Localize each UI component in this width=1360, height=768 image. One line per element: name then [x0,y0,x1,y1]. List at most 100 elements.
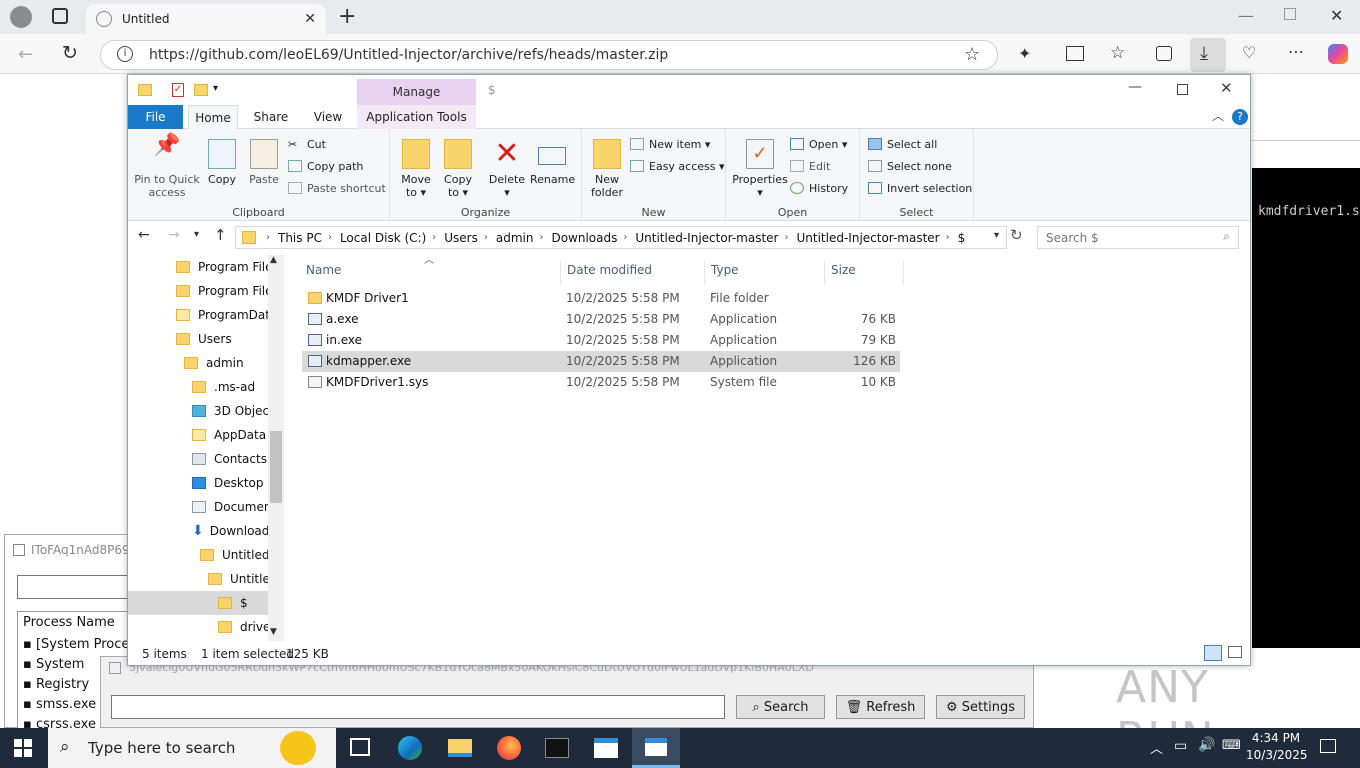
extensions-icon[interactable]: ✦ [1018,44,1031,63]
column-divider[interactable] [560,261,561,285]
breadcrumb-item[interactable]: Local Disk (C:) [340,231,426,245]
edge-icon[interactable] [398,736,422,760]
restore-icon[interactable] [1284,8,1296,20]
browser-tab[interactable]: Untitled ✕ [86,4,326,34]
tree-item[interactable]: 3D Objects [192,399,280,423]
back-icon[interactable]: ← [138,227,150,243]
rename-button[interactable]: Rename [530,139,575,186]
manage-context-tab[interactable]: Manage [357,79,476,105]
file-row-selected[interactable]: kdmapper.exe 10/2/2025 5:58 PM Application… [302,351,900,372]
tab-file[interactable]: File [128,105,183,129]
tree-item[interactable]: .ms-ad [192,375,255,399]
tab-actions-icon[interactable] [52,8,68,24]
tree-item[interactable]: ProgramData [176,303,277,327]
explorer-search-input[interactable]: Search $ ⌕ [1037,226,1239,249]
favorite-star-icon[interactable]: ☆ [964,44,980,65]
tree-item[interactable]: Program Files [176,255,279,279]
column-divider[interactable] [903,261,904,285]
copy-to-button[interactable]: Copy to ▾ [438,139,478,199]
paste-shortcut-button[interactable]: Paste shortcut [288,179,386,197]
file-explorer-taskbar-icon[interactable] [448,739,472,757]
process-row[interactable]: ▪ System [23,657,84,672]
downloads-button[interactable] [1190,38,1226,72]
details-view-icon[interactable] [1204,645,1222,661]
minimize-icon[interactable]: — [1238,6,1254,25]
open-button[interactable]: Open ▾ [790,135,847,153]
process-row[interactable]: ▪ smss.exe [23,697,96,712]
column-header-size[interactable]: Size [831,263,856,285]
app-window-icon[interactable] [594,738,618,758]
edit-button[interactable]: Edit [790,157,830,175]
large-icons-view-icon[interactable] [1228,646,1242,658]
tree-item[interactable]: Program Files [176,279,279,303]
qat-dropdown-icon[interactable]: ▾ [213,83,218,94]
new-folder-qat-icon[interactable] [194,84,208,96]
tree-item-selected[interactable]: $ [128,591,268,615]
volume-icon[interactable]: 🔊 [1198,737,1215,753]
address-dropdown-icon[interactable]: ▾ [994,230,999,241]
process-filter-input[interactable] [17,575,137,599]
keyboard-icon[interactable]: ⌨ [1222,738,1241,753]
column-header-name[interactable]: Name [306,263,341,285]
breadcrumb-item[interactable]: admin [496,231,534,245]
tab-application-tools[interactable]: Application Tools [357,105,476,129]
select-none-button[interactable]: Select none [868,157,952,175]
breadcrumb[interactable]: › This PC › Local Disk (C:) › Users › admin… [235,226,1007,249]
move-to-button[interactable]: Move to ▾ [396,139,436,199]
navigation-pane[interactable]: Program Files Program Files ProgramData … [128,255,284,641]
task-view-icon[interactable] [350,738,370,756]
delete-button[interactable]: ✕ Delete ▾ [488,139,526,200]
cut-button[interactable]: ✂ Cut [288,135,326,153]
column-header-date[interactable]: Date modified [567,263,652,285]
tray-overflow-icon[interactable]: ︿ [1150,738,1163,757]
copilot-icon[interactable] [1328,44,1348,64]
recent-locations-icon[interactable]: ▾ [194,229,199,240]
process-header[interactable]: Process Name [23,615,115,630]
properties-qat-icon[interactable]: ✓ [172,83,184,97]
tab-home[interactable]: Home [188,105,238,129]
tree-scrollbar-thumb[interactable] [270,431,282,503]
tree-item[interactable]: Users [176,327,232,351]
back-icon[interactable]: ← [18,44,33,65]
firefox-icon[interactable] [497,736,521,760]
breadcrumb-item[interactable]: This PC [278,231,322,245]
refresh-icon[interactable]: ↻ [1010,226,1023,244]
properties-button[interactable]: ✓ Properties ▾ [730,139,790,199]
tree-item[interactable]: Contacts [192,447,267,471]
pin-quick-access-button[interactable]: 📌 Pin to Quick access [132,135,202,200]
terminal-icon[interactable] [545,738,569,758]
split-screen-icon[interactable] [1066,46,1084,61]
minimize-icon[interactable]: — [1128,79,1142,95]
network-icon[interactable]: ▭ [1174,738,1187,754]
clock[interactable]: 4:34 PM 10/3/2025 [1246,730,1308,764]
tree-item[interactable]: Desktop [192,471,264,495]
tree-item[interactable]: driver [218,615,275,639]
maximize-icon[interactable] [1177,84,1188,95]
tree-item[interactable]: admin [184,351,244,375]
site-info-icon[interactable]: i [117,46,133,62]
tree-item[interactable]: ⬇ Downloads [192,519,276,543]
history-button[interactable]: History [790,179,848,197]
column-divider[interactable] [704,261,705,285]
performance-icon[interactable]: ♡ [1242,43,1256,62]
address-bar[interactable]: https://github.com/leoEL69/Untitled-Inje… [100,40,998,70]
tree-item[interactable]: Untitled- [200,543,274,567]
settings-button[interactable]: ⚙ Settings [936,695,1025,719]
column-divider[interactable] [824,261,825,285]
breadcrumb-item[interactable]: Untitled-Injector-master [797,231,940,245]
taskbar-search-input[interactable]: ⌕ Type here to search [48,728,336,768]
new-item-button[interactable]: New item ▾ [630,135,710,153]
scroll-up-icon[interactable]: ▲ [270,255,277,265]
profile-icon[interactable] [10,6,32,28]
search-window-input[interactable] [111,695,725,719]
file-row[interactable]: KMDFDriver1.sys 10/2/2025 5:58 PM System f… [302,372,900,393]
paste-button[interactable]: Paste [246,139,282,186]
breadcrumb-item[interactable]: Users [444,231,478,245]
more-menu-icon[interactable]: ⋯ [1288,42,1304,61]
file-row[interactable]: KMDF Driver1 10/2/2025 5:58 PM File folder [302,288,900,309]
process-row[interactable]: ▪ Registry [23,677,89,692]
file-row[interactable]: a.exe 10/2/2025 5:58 PM Application 76 KB [302,309,900,330]
refresh-icon[interactable]: ↻ [62,42,78,64]
scroll-down-icon[interactable]: ▼ [270,627,277,637]
new-folder-button[interactable]: New folder [586,139,628,199]
